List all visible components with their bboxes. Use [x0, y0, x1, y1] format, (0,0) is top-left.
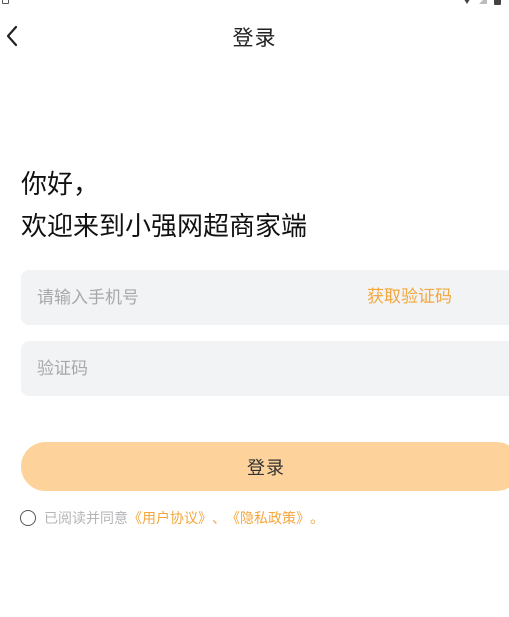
- login-button[interactable]: 登录: [21, 442, 509, 491]
- agree-radio[interactable]: [20, 510, 36, 526]
- login-screen: 登录 你好， 欢迎来到小强网超商家端 获取验证码 登录 已阅读并同意 《用户协议…: [0, 0, 509, 617]
- verification-code-input[interactable]: [21, 341, 351, 396]
- agreement-suffix: 。: [310, 511, 324, 527]
- greeting: 你好， 欢迎来到小强网超商家端: [21, 164, 307, 248]
- phone-field: 获取验证码: [21, 270, 509, 325]
- agreement-prefix: 已阅读并同意: [44, 511, 128, 527]
- code-field: [21, 341, 509, 396]
- phone-input[interactable]: [21, 270, 351, 325]
- nav-bar: 登录: [0, 14, 509, 60]
- status-bar: [0, 0, 509, 8]
- user-agreement-link[interactable]: 《用户协议》: [128, 508, 212, 528]
- get-code-button[interactable]: 获取验证码: [367, 270, 452, 325]
- status-icons: [462, 0, 501, 5]
- agreement: 已阅读并同意 《用户协议》 、 《隐私政策》 。: [20, 507, 324, 529]
- greeting-line-2: 欢迎来到小强网超商家端: [21, 212, 308, 242]
- page-title: 登录: [232, 26, 277, 50]
- notification-icon: [2, 0, 9, 4]
- greeting-line-1: 你好，: [21, 170, 100, 200]
- wifi-icon: [462, 0, 472, 4]
- agreement-separator: 、: [212, 511, 226, 527]
- signal-icon: [479, 0, 487, 4]
- battery-icon: [494, 0, 501, 5]
- privacy-policy-link[interactable]: 《隐私政策》: [226, 508, 310, 528]
